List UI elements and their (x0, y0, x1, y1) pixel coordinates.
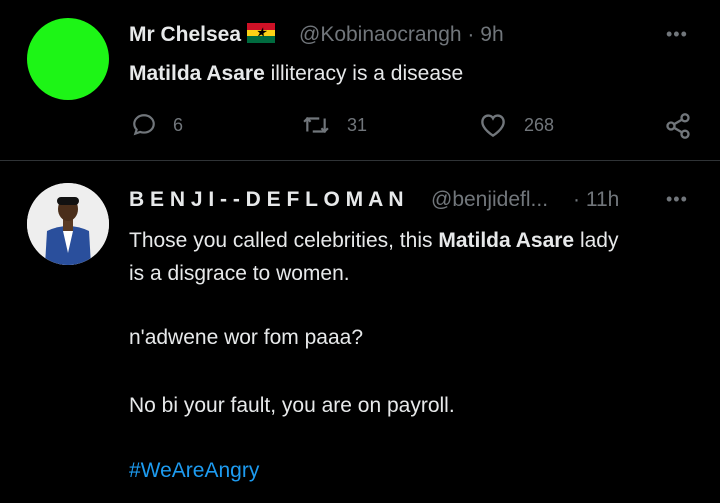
tweet-text-line-3: n'adwene wor fom paaa? (129, 326, 363, 349)
retweet-count: 31 (347, 114, 368, 135)
tweet-text-line-4: No bi your fault, you are on payroll. (129, 394, 455, 417)
avatar[interactable] (27, 183, 109, 265)
display-name-text[interactable]: Mr Chelsea (129, 23, 241, 46)
display-name[interactable]: Mr Chelsea ★ (129, 23, 276, 47)
mention-name: Matilda Asare (438, 229, 575, 252)
more-options-icon[interactable]: ••• (666, 189, 688, 210)
handle-and-time[interactable]: @Kobinaocrangh · 9h (299, 23, 504, 47)
tweet-text-rest: illiteracy is a disease (264, 62, 464, 85)
like-button[interactable]: 268 (478, 112, 554, 138)
text-segment: Those you called celebrities, this (129, 229, 439, 252)
handle[interactable]: @benjidefl... (431, 188, 548, 212)
text-segment: lady (574, 229, 619, 252)
share-icon (666, 113, 690, 139)
like-count: 268 (524, 114, 555, 135)
reply-icon (133, 114, 155, 136)
tweet-text: Matilda Asare illiteracy is a disease (129, 57, 463, 91)
ghana-flag-icon: ★ (247, 23, 276, 43)
heart-icon (481, 114, 505, 138)
timestamp[interactable]: · 11h (573, 188, 619, 212)
reply-count: 6 (173, 114, 184, 135)
retweet-button[interactable]: 31 (301, 112, 367, 138)
avatar-photo (27, 183, 109, 265)
share-button[interactable] (664, 112, 708, 140)
avatar[interactable] (27, 18, 109, 100)
hashtag-link[interactable]: #WeAreAngry (129, 454, 259, 488)
divider (0, 160, 720, 161)
mention-name: Matilda Asare (129, 62, 265, 85)
tweet-text-line-2: is a disgrace to women. (129, 262, 350, 285)
tweet-text-line-1: Those you called celebrities, this Matil… (129, 224, 618, 258)
retweet-icon (303, 116, 329, 134)
reply-button[interactable]: 6 (131, 112, 183, 138)
more-options-icon[interactable]: ••• (666, 24, 688, 45)
display-name[interactable]: B E N J I - - D E F L O M A N (129, 188, 404, 212)
